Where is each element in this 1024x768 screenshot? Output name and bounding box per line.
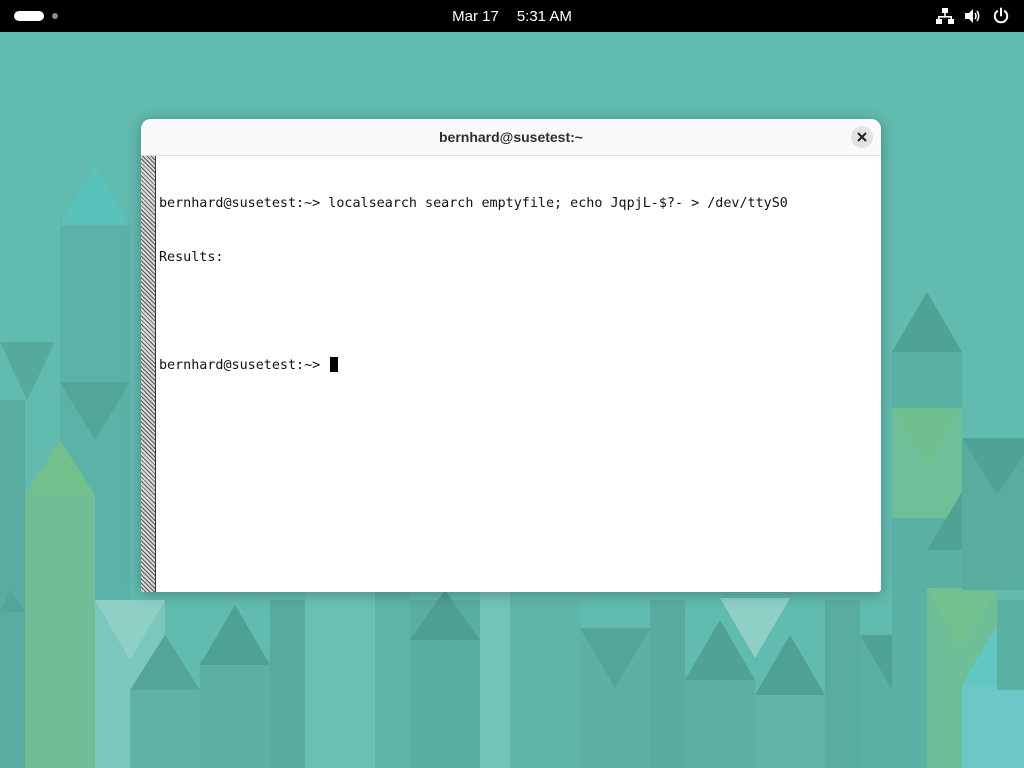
window-titlebar[interactable]: bernhard@susetest:~ xyxy=(141,119,881,156)
terminal-scrollbar[interactable] xyxy=(141,156,156,592)
workspace-inactive-indicator xyxy=(52,13,58,19)
workspace-active-indicator xyxy=(14,11,44,21)
terminal-cursor xyxy=(330,357,339,372)
terminal-line-command: bernhard@susetest:~> localsearch search … xyxy=(159,196,788,211)
top-bar: Mar 17 5:31 AM xyxy=(0,0,1024,32)
close-icon xyxy=(857,132,867,142)
close-button[interactable] xyxy=(851,126,873,148)
clock-date[interactable]: Mar 17 xyxy=(452,8,499,25)
clock-time[interactable]: 5:31 AM xyxy=(517,8,572,25)
activities-button[interactable] xyxy=(14,10,58,22)
clock[interactable]: Mar 17 5:31 AM xyxy=(0,0,1024,32)
terminal-line-results: Results: xyxy=(159,250,224,265)
terminal-output[interactable]: bernhard@susetest:~> localsearch search … xyxy=(159,159,873,592)
terminal-window[interactable]: bernhard@susetest:~ bernhard@susetest:~>… xyxy=(141,119,881,592)
network-wired-icon[interactable] xyxy=(936,7,954,25)
power-icon[interactable] xyxy=(992,7,1010,25)
terminal-line-prompt[interactable]: bernhard@susetest:~> xyxy=(159,357,873,375)
terminal-prompt: bernhard@susetest:~> xyxy=(159,358,329,373)
volume-icon[interactable] xyxy=(964,7,982,25)
window-title: bernhard@susetest:~ xyxy=(439,129,583,145)
system-status-menu[interactable] xyxy=(936,0,1010,32)
